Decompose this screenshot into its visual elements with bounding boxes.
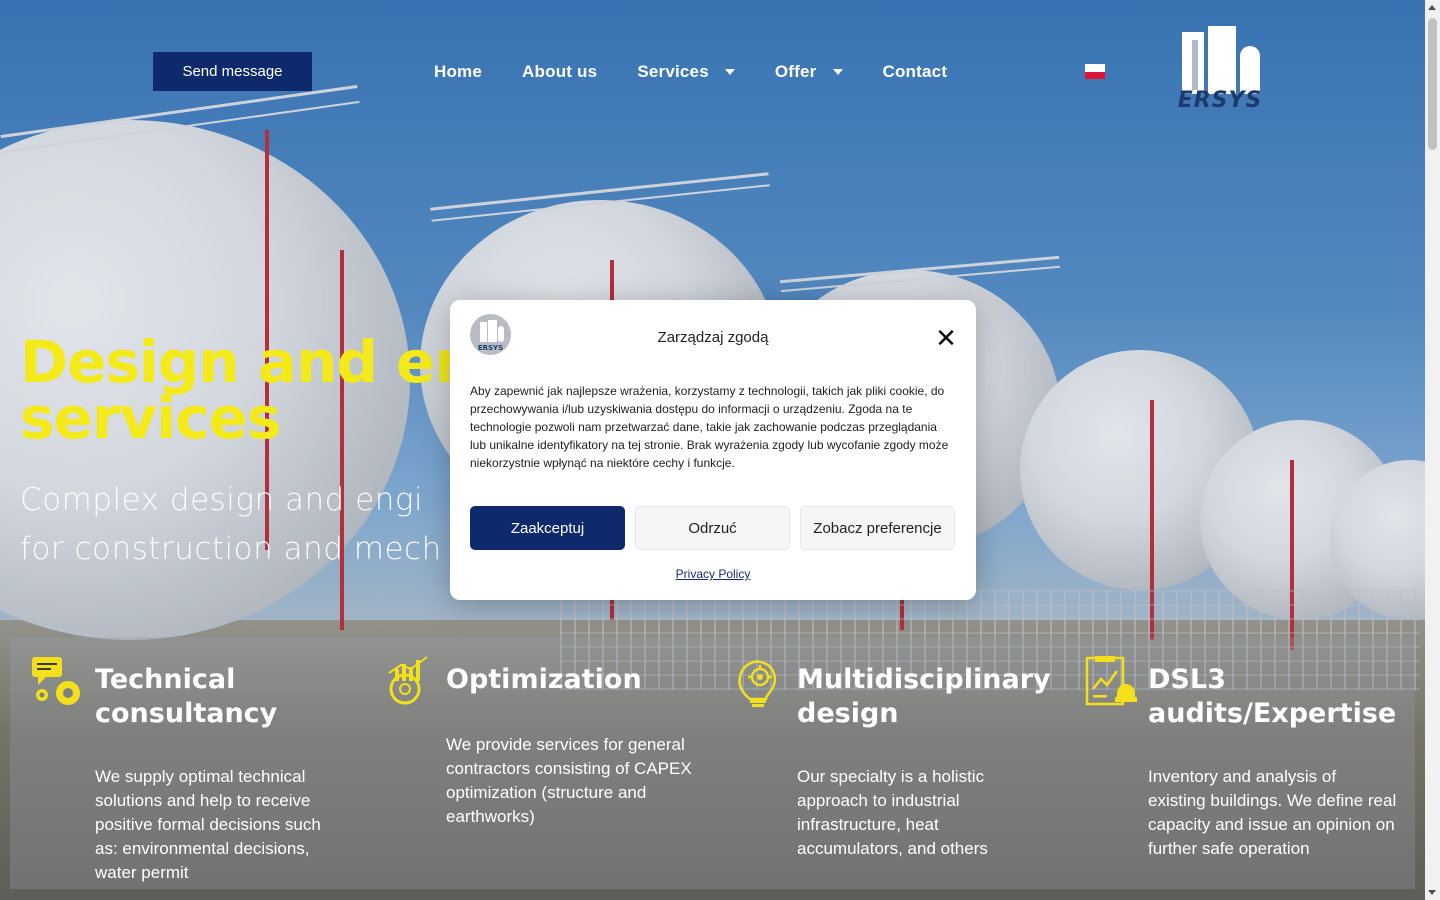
view-preferences-button[interactable]: Zobacz preferencje bbox=[800, 506, 955, 550]
logo-text: ERSYS bbox=[1177, 88, 1263, 113]
chevron-down-icon bbox=[832, 69, 843, 75]
feature-text: Inventory and analysis of existing build… bbox=[1148, 767, 1397, 858]
cookie-consent-dialog: ERSYS Zarządzaj zgodą ✕ Aby zapewnić jak… bbox=[450, 300, 976, 600]
page-scrollbar[interactable] bbox=[1425, 0, 1440, 900]
chat-gear-icon bbox=[32, 657, 80, 705]
nav-item-label: Offer bbox=[774, 62, 817, 81]
feature-text: We provide services for general contract… bbox=[446, 735, 692, 826]
nav-item-label: Home bbox=[434, 62, 483, 81]
consent-title: Zarządzaj zgodą bbox=[657, 329, 769, 346]
scrollbar-thumb[interactable] bbox=[1428, 18, 1437, 150]
chevron-down-icon bbox=[724, 69, 735, 75]
send-message-button[interactable]: Send message bbox=[153, 52, 312, 91]
nav-item-services[interactable]: Services bbox=[637, 62, 735, 82]
feature-title: Technical consultancy bbox=[95, 664, 278, 729]
privacy-policy-link[interactable]: Privacy Policy bbox=[450, 567, 976, 581]
site-logo[interactable]: ERSYS bbox=[1172, 26, 1268, 116]
feature-title: Multidisciplinary design bbox=[797, 664, 1051, 729]
lightbulb-gear-icon bbox=[738, 660, 776, 707]
audit-document-icon bbox=[1085, 656, 1137, 706]
polish-flag-icon[interactable] bbox=[1085, 64, 1105, 79]
scroll-down-arrow-icon[interactable] bbox=[1428, 890, 1436, 895]
optimization-chart-gear-icon bbox=[388, 656, 428, 705]
feature-text: We supply optimal technical solutions an… bbox=[95, 767, 321, 882]
nav-item-about[interactable]: About us bbox=[522, 62, 597, 82]
nav-item-home[interactable]: Home bbox=[434, 62, 482, 82]
close-icon[interactable]: ✕ bbox=[935, 326, 957, 352]
nav-item-label: About us bbox=[522, 62, 598, 81]
nav-item-label: Services bbox=[637, 62, 709, 81]
nav-item-label: Contact bbox=[882, 62, 948, 81]
feature-text: Our specialty is a holistic approach to … bbox=[797, 767, 988, 858]
feature-title: DSL3 audits/Expertise bbox=[1148, 664, 1397, 729]
scroll-up-arrow-icon[interactable] bbox=[1428, 5, 1436, 10]
consent-text: Aby zapewnić jak najlepsze wrażenia, kor… bbox=[470, 384, 949, 470]
features-strip: Technical consultancy We supply optimal … bbox=[10, 637, 1415, 889]
accept-button[interactable]: Zaakceptuj bbox=[470, 506, 625, 550]
nav-item-contact[interactable]: Contact bbox=[883, 62, 948, 82]
nav-item-offer[interactable]: Offer bbox=[775, 62, 843, 82]
deny-button[interactable]: Odrzuć bbox=[635, 506, 790, 550]
feature-title: Optimization bbox=[446, 664, 642, 695]
main-nav: Home About us Services Offer Contact bbox=[434, 60, 947, 84]
